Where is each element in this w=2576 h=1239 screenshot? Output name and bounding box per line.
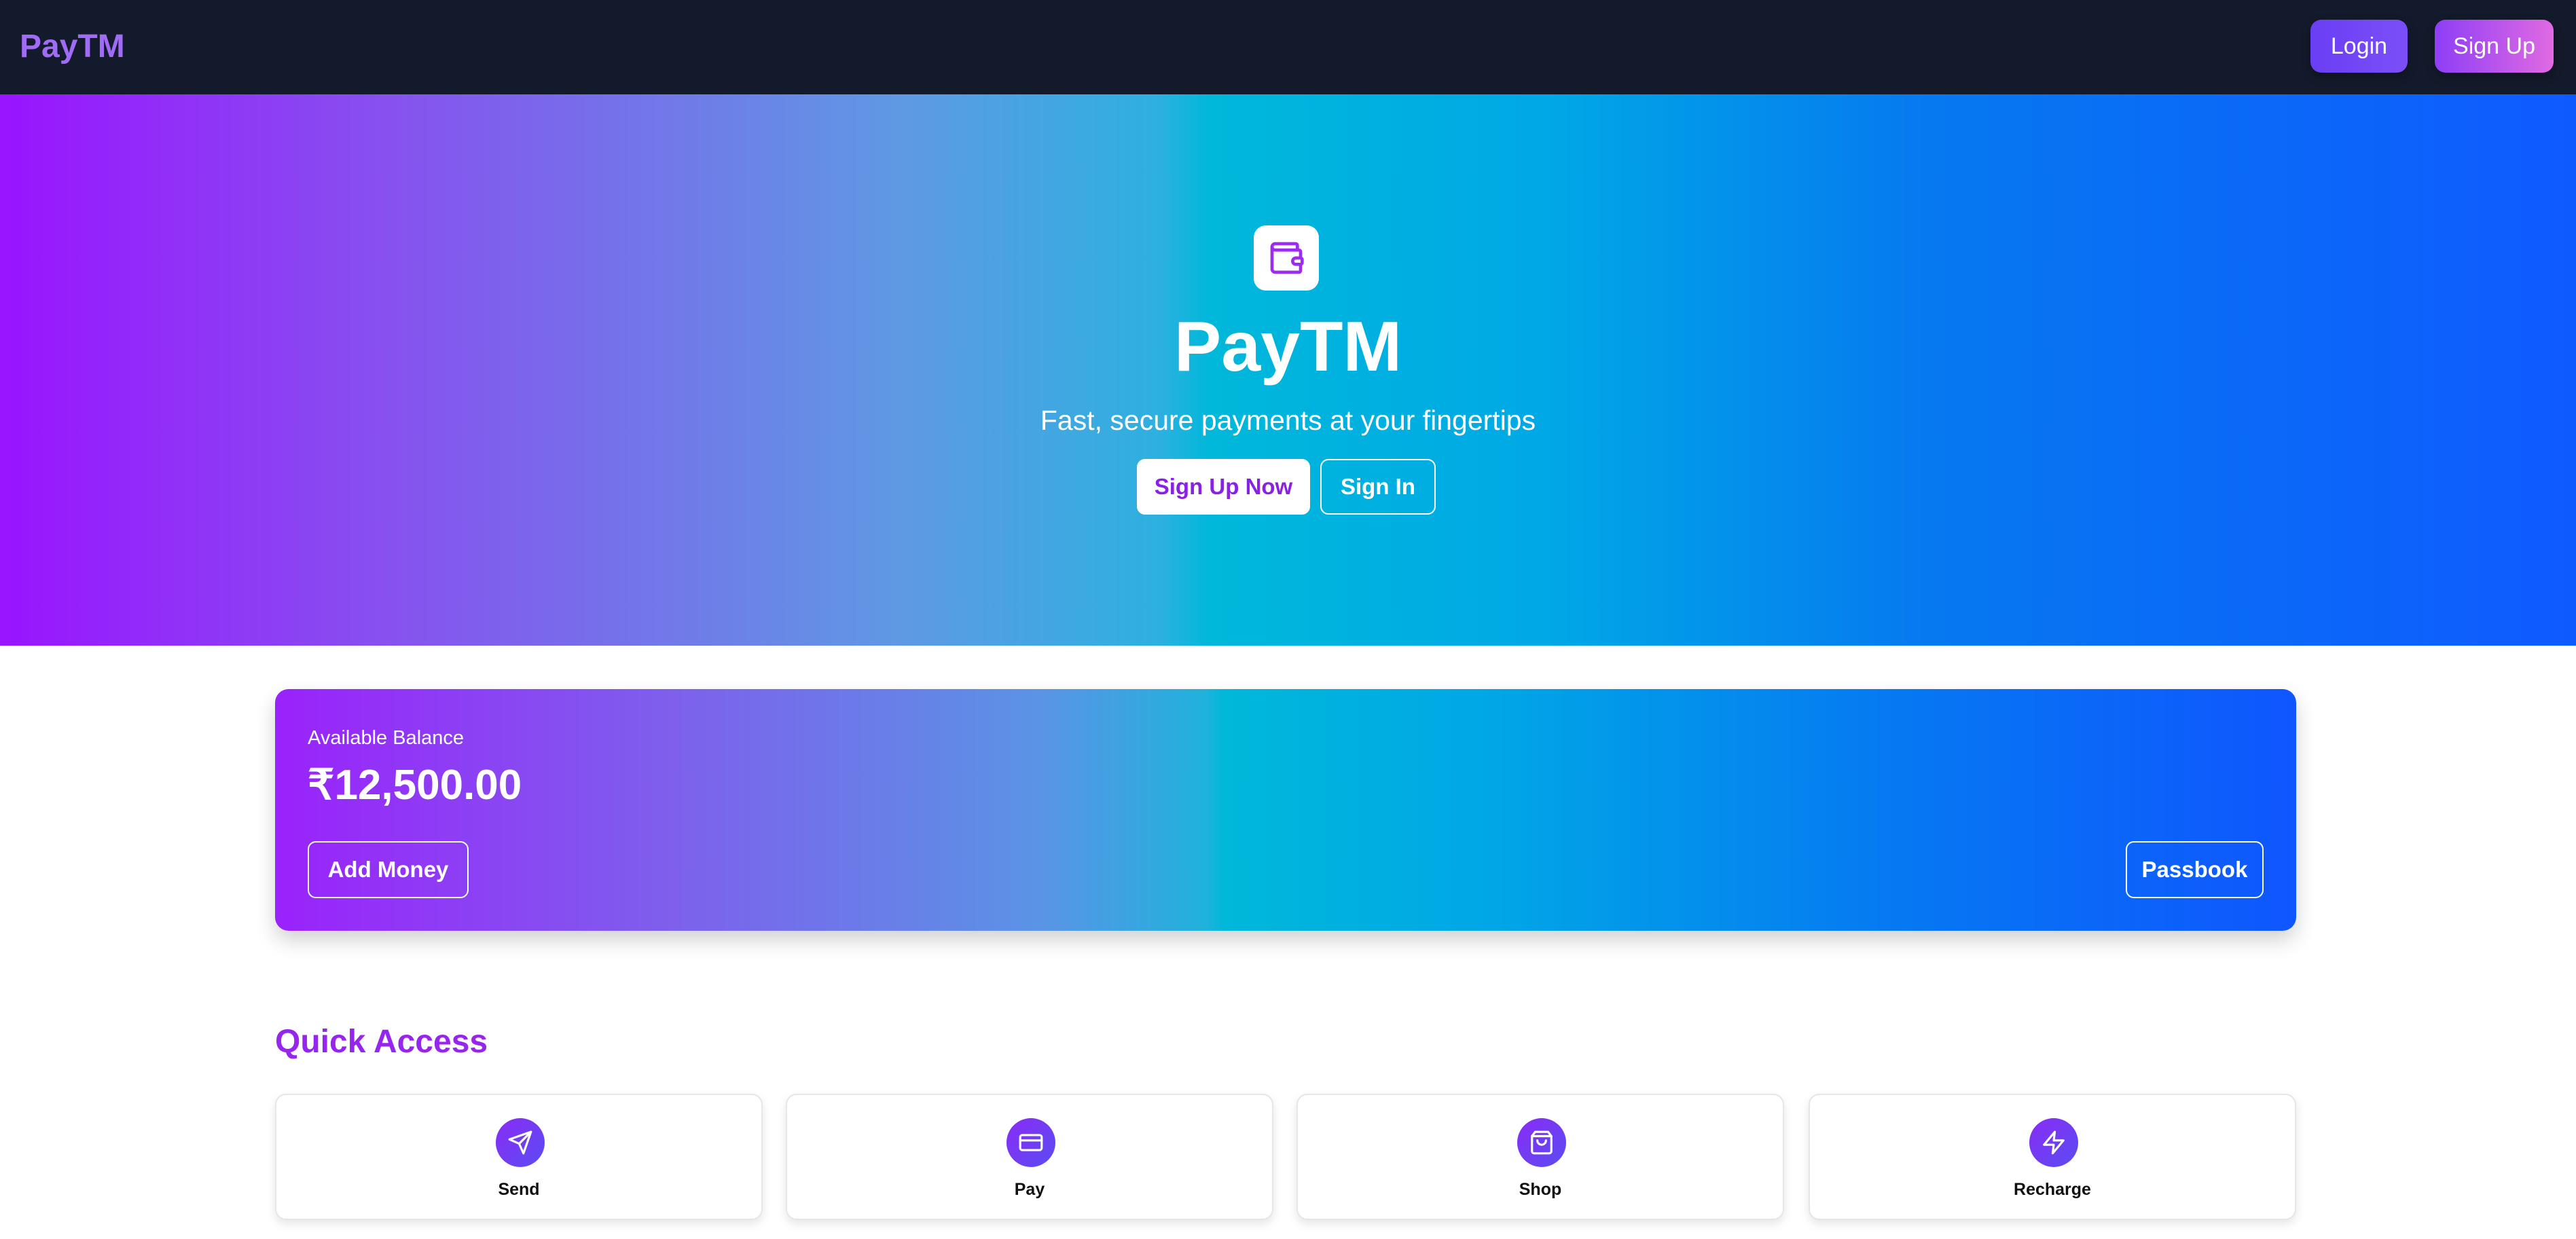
shopping-bag-icon bbox=[1517, 1118, 1566, 1167]
quick-access-send[interactable]: Send bbox=[275, 1094, 763, 1220]
balance-amount: ₹12,500.00 bbox=[308, 762, 522, 809]
quick-access-label: Shop bbox=[1519, 1180, 1562, 1199]
quick-access-label: Recharge bbox=[2014, 1180, 2091, 1199]
wallet-icon bbox=[1254, 225, 1319, 291]
quick-access-shop[interactable]: Shop bbox=[1296, 1094, 1784, 1220]
send-icon bbox=[496, 1118, 545, 1167]
signin-button[interactable]: Sign In bbox=[1320, 459, 1436, 515]
quick-access-title: Quick Access bbox=[275, 1024, 488, 1060]
quick-access-label: Pay bbox=[1014, 1180, 1045, 1199]
credit-card-icon bbox=[1006, 1118, 1055, 1167]
top-navbar: PayTM Login Sign Up bbox=[0, 0, 2576, 94]
hero-subtitle: Fast, secure payments at your fingertips bbox=[1040, 405, 1536, 436]
passbook-button[interactable]: Passbook bbox=[2126, 841, 2264, 898]
signup-now-button[interactable]: Sign Up Now bbox=[1137, 459, 1310, 515]
balance-card: Available Balance ₹12,500.00 Add Money P… bbox=[275, 689, 2296, 931]
add-money-button[interactable]: Add Money bbox=[308, 841, 469, 898]
balance-label: Available Balance bbox=[308, 727, 465, 749]
hero-section: PayTM Fast, secure payments at your fing… bbox=[0, 94, 2576, 646]
hero-title: PayTM bbox=[1174, 308, 1402, 386]
quick-access-pay[interactable]: Pay bbox=[786, 1094, 1273, 1220]
lightning-icon bbox=[2029, 1118, 2078, 1167]
signup-button[interactable]: Sign Up bbox=[2435, 20, 2554, 73]
login-button[interactable]: Login bbox=[2310, 20, 2408, 73]
quick-access-recharge[interactable]: Recharge bbox=[1809, 1094, 2296, 1220]
nav-logo[interactable]: PayTM bbox=[20, 23, 125, 71]
quick-access-label: Send bbox=[498, 1180, 540, 1199]
